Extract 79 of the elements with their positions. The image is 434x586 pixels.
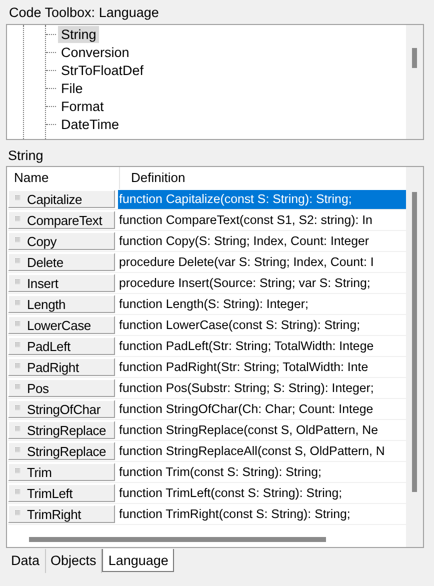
grip-icon: [15, 236, 20, 242]
tab[interactable]: Data: [6, 549, 46, 573]
name-text: Length: [27, 296, 66, 312]
scrollbar-thumb[interactable]: [29, 537, 326, 542]
name-cell[interactable]: Length: [8, 295, 115, 313]
name-text: Pos: [27, 380, 49, 396]
tree-item[interactable]: StrToFloatDef: [58, 62, 147, 78]
scrollbar-thumb[interactable]: [412, 48, 417, 68]
definition-cell[interactable]: procedure Delete(var S: String; Index, Count: I: [118, 252, 406, 272]
definition-cell[interactable]: procedure Insert(Source: String; var S: String;: [118, 274, 406, 292]
name-cell[interactable]: TrimRight: [8, 505, 115, 523]
name-text: TrimRight: [27, 506, 82, 522]
scrollbar-thumb[interactable]: [412, 192, 417, 492]
name-text: Copy: [27, 234, 57, 248]
name-cell[interactable]: StringReplace: [8, 442, 115, 460]
definition-cell[interactable]: function StringReplaceAll(const S, OldPattern, N: [118, 442, 406, 460]
tree-item[interactable]: DateTime: [58, 116, 122, 132]
name-cell[interactable]: Capitalize: [8, 190, 115, 208]
definition-cell[interactable]: function LowerCase(const S: String): String;: [118, 316, 406, 334]
name-cell[interactable]: StringOfChar: [8, 400, 115, 418]
tree-item[interactable]: Conversion: [58, 44, 132, 60]
name-text: Capitalize: [27, 192, 82, 206]
definition-cell[interactable]: function Length(S: String): Integer;: [118, 294, 406, 314]
name-cell[interactable]: Delete: [8, 253, 115, 271]
name-cell[interactable]: PadLeft: [8, 337, 115, 355]
name-cell[interactable]: TrimLeft: [8, 484, 115, 502]
grip-icon: [15, 446, 20, 452]
definition-cell[interactable]: function TrimRight(const S: String): String;: [118, 504, 406, 524]
definition-cell[interactable]: function Capitalize(const S: String): String;: [118, 190, 406, 208]
column-header[interactable]: Definition: [120, 167, 186, 189]
tab[interactable]: Language: [102, 549, 174, 572]
grip-icon: [15, 258, 20, 262]
tree-item[interactable]: Format: [58, 98, 107, 114]
name-text: LowerCase: [27, 318, 91, 332]
name-text: Insert: [27, 276, 58, 290]
grip-icon: [15, 404, 20, 410]
name-cell[interactable]: LowerCase: [8, 316, 115, 334]
definition-cell[interactable]: function PadLeft(Str: String; TotalWidth: Intege: [118, 336, 406, 356]
grip-icon: [15, 384, 20, 388]
definition-cell[interactable]: function Pos(Substr: String; S: String): Integer;: [118, 378, 406, 398]
definition-cell[interactable]: function StringReplace(const S, OldPattern, Ne: [118, 420, 406, 440]
grip-icon: [15, 320, 20, 326]
definition-cell[interactable]: function StringOfChar(Ch: Char; Count: Intege: [118, 400, 406, 418]
grip-icon: [15, 278, 20, 284]
tree-item[interactable]: String: [58, 26, 100, 42]
definition-cell[interactable]: function CompareText(const S1, S2: string): In: [118, 210, 406, 230]
tree-item[interactable]: File: [58, 80, 86, 96]
grip-icon: [15, 216, 20, 220]
definition-cell[interactable]: function PadRight(Str: String; TotalWidth: Inte: [118, 358, 406, 376]
grip-icon: [15, 488, 20, 494]
name-text: CompareText: [27, 212, 102, 228]
definition-cell[interactable]: function Copy(S: String; Index, Count: Integer: [118, 232, 406, 250]
grip-icon: [15, 362, 20, 368]
definition-cell[interactable]: function TrimLeft(const S: String): String;: [118, 484, 406, 502]
grip-icon: [15, 468, 20, 472]
grip-icon: [15, 342, 20, 346]
grip-icon: [15, 194, 20, 200]
name-cell[interactable]: CompareText: [8, 211, 115, 229]
column-header[interactable]: Name: [8, 167, 120, 189]
panel-title: Code Toolbox: Language: [8, 4, 160, 22]
name-text: StringReplace: [27, 422, 106, 438]
name-cell[interactable]: StringReplace: [8, 421, 115, 439]
name-cell[interactable]: Copy: [8, 232, 115, 250]
section-label: String: [7, 147, 44, 165]
name-cell[interactable]: Insert: [8, 274, 115, 292]
name-text: TrimLeft: [27, 486, 73, 500]
grip-icon: [15, 510, 20, 514]
name-text: Delete: [27, 254, 64, 270]
grip-icon: [15, 300, 20, 304]
name-text: Trim: [27, 464, 52, 480]
name-cell[interactable]: PadRight: [8, 358, 115, 376]
name-text: StringReplace: [27, 444, 106, 458]
name-text: PadRight: [27, 360, 79, 374]
name-cell[interactable]: Pos: [8, 379, 115, 397]
name-text: StringOfChar: [27, 402, 100, 416]
name-text: PadLeft: [27, 338, 70, 354]
definition-cell[interactable]: function Trim(const S: String): String;: [118, 462, 406, 482]
grip-icon: [15, 426, 20, 430]
name-cell[interactable]: Trim: [8, 463, 115, 481]
